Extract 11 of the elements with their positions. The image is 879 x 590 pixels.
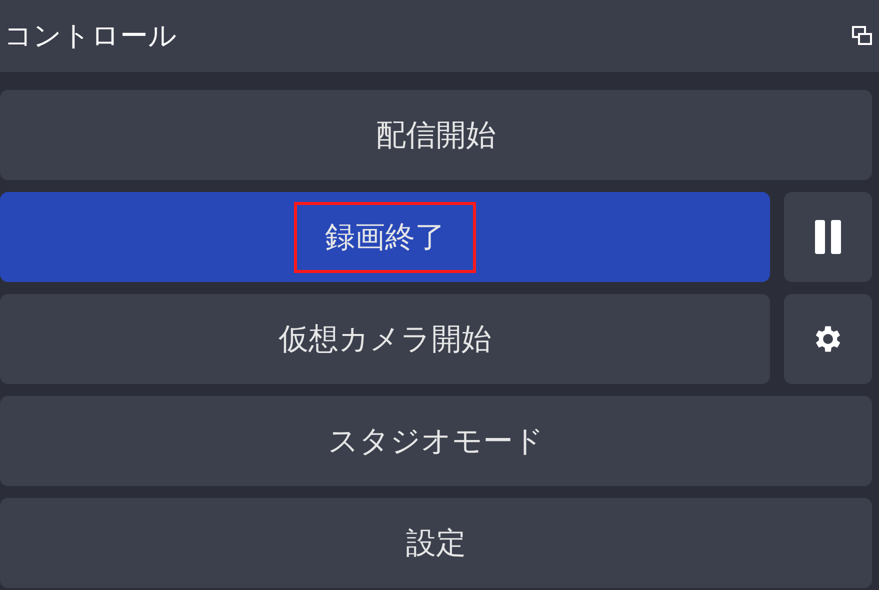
pause-icon	[813, 220, 843, 254]
control-button[interactable]: 録画終了	[0, 192, 770, 282]
highlight-frame: 録画終了	[294, 202, 476, 272]
control-button[interactable]: 設定	[0, 498, 872, 588]
control-button[interactable]: 配信開始	[0, 90, 872, 180]
dock-title: コントロール	[4, 18, 177, 54]
undock-icon[interactable]	[851, 25, 873, 47]
control-button[interactable]: スタジオモード	[0, 396, 872, 486]
pause-button[interactable]	[784, 192, 872, 282]
settings-button[interactable]	[784, 294, 872, 384]
control-button[interactable]: 仮想カメラ開始	[0, 294, 770, 384]
